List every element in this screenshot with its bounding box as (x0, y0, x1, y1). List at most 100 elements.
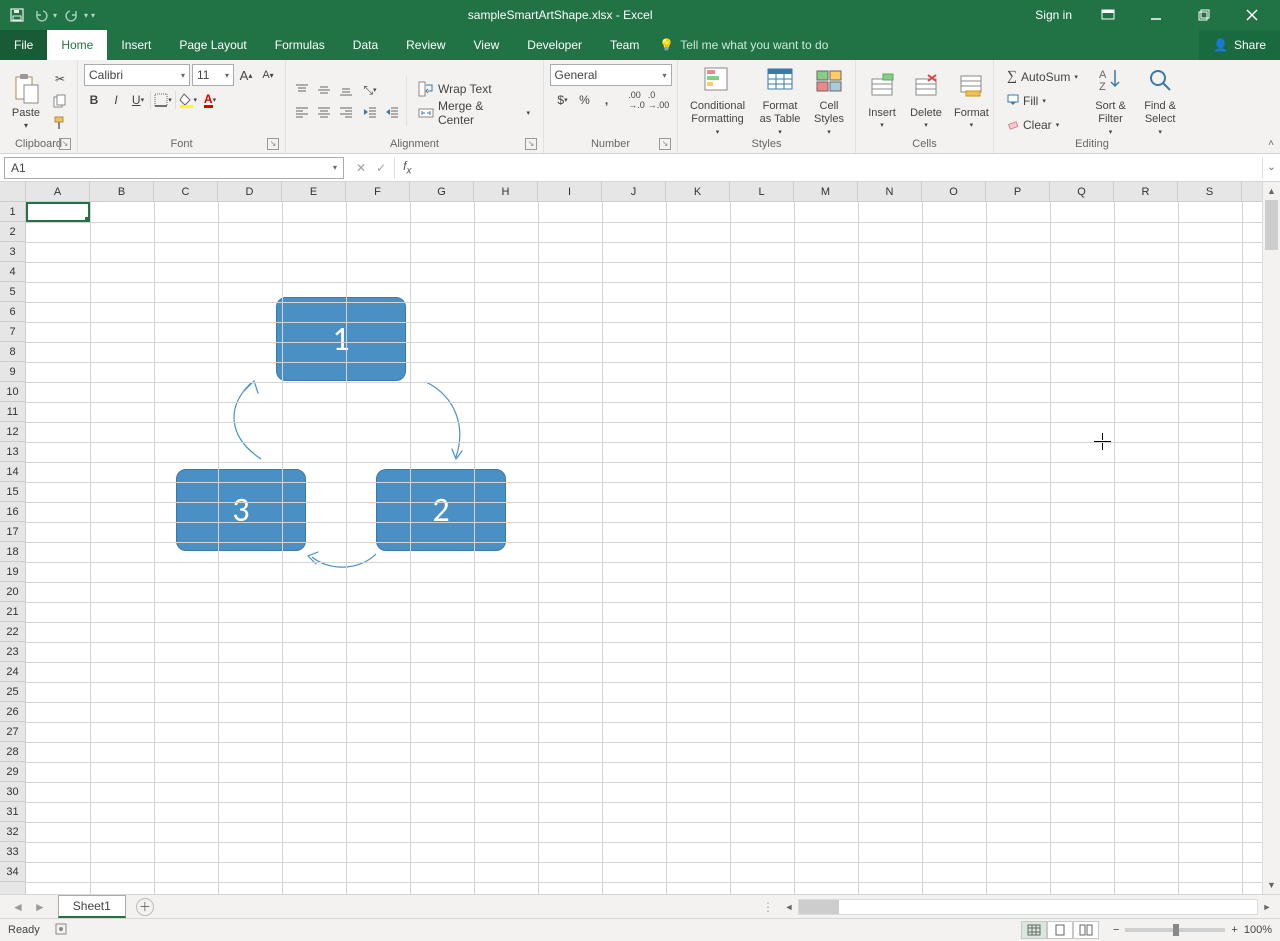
row-header[interactable]: 7 (0, 322, 25, 342)
sheet-tab-1[interactable]: Sheet1 (58, 895, 126, 918)
active-cell[interactable] (26, 202, 90, 222)
signin-link[interactable]: Sign in (1025, 8, 1082, 22)
increase-font-icon[interactable]: A▴ (236, 65, 256, 85)
orientation-icon[interactable]: ⤡▾ (360, 80, 380, 100)
column-header[interactable]: H (474, 182, 538, 201)
font-color-button[interactable]: A▾ (200, 90, 220, 110)
tab-page-layout[interactable]: Page Layout (165, 30, 260, 60)
column-header[interactable]: E (282, 182, 346, 201)
tab-view[interactable]: View (460, 30, 514, 60)
hscroll-left-icon[interactable]: ◄ (780, 902, 798, 912)
accounting-format-icon[interactable]: $▾ (553, 90, 573, 110)
row-header[interactable]: 30 (0, 782, 25, 802)
row-header[interactable]: 19 (0, 562, 25, 582)
scroll-up-icon[interactable]: ▲ (1263, 182, 1280, 200)
row-header[interactable]: 11 (0, 402, 25, 422)
formula-input[interactable] (419, 157, 1262, 179)
column-header[interactable]: O (922, 182, 986, 201)
cell-styles-button[interactable]: Cell Styles▾ (809, 64, 849, 138)
view-normal-icon[interactable] (1021, 921, 1047, 939)
save-icon[interactable] (8, 6, 26, 24)
fx-icon[interactable]: fx (395, 159, 419, 176)
row-header[interactable]: 12 (0, 422, 25, 442)
borders-button[interactable]: ▾ (153, 90, 173, 110)
row-header[interactable]: 5 (0, 282, 25, 302)
font-name-combo[interactable]: Calibri▾ (84, 64, 190, 86)
tab-team[interactable]: Team (596, 30, 653, 60)
row-header[interactable]: 31 (0, 802, 25, 822)
decrease-decimal-icon[interactable]: .0→.00 (649, 90, 669, 110)
macro-record-icon[interactable] (54, 922, 68, 939)
share-button[interactable]: 👤Share (1199, 30, 1280, 60)
row-header[interactable]: 26 (0, 702, 25, 722)
row-header[interactable]: 10 (0, 382, 25, 402)
wrap-text-button[interactable]: Wrap Text (411, 78, 537, 100)
alignment-dialog-icon[interactable]: ↘ (525, 138, 537, 150)
row-header[interactable]: 32 (0, 822, 25, 842)
autosum-button[interactable]: ∑AutoSum▾ (1000, 66, 1085, 88)
row-header[interactable]: 3 (0, 242, 25, 262)
horizontal-scrollbar[interactable] (798, 899, 1258, 915)
row-header[interactable]: 22 (0, 622, 25, 642)
name-box[interactable]: A1▾ (4, 157, 344, 179)
new-sheet-button[interactable]: ＋ (136, 898, 154, 916)
delete-cells-button[interactable]: Delete▾ (906, 71, 946, 131)
zoom-in-button[interactable]: + (1231, 924, 1237, 936)
format-painter-button[interactable] (50, 113, 70, 133)
clear-button[interactable]: Clear▾ (1000, 114, 1085, 136)
column-header[interactable]: N (858, 182, 922, 201)
column-header[interactable]: J (602, 182, 666, 201)
row-header[interactable]: 27 (0, 722, 25, 742)
column-header[interactable]: R (1114, 182, 1178, 201)
row-header[interactable]: 34 (0, 862, 25, 882)
font-size-combo[interactable]: 11▾ (192, 64, 234, 86)
column-header[interactable]: F (346, 182, 410, 201)
row-header[interactable]: 9 (0, 362, 25, 382)
enter-formula-icon[interactable]: ✓ (376, 161, 386, 175)
smartart-node-1[interactable]: 1 (276, 297, 406, 381)
zoom-out-button[interactable]: − (1113, 924, 1119, 936)
tab-review[interactable]: Review (392, 30, 459, 60)
row-header[interactable]: 33 (0, 842, 25, 862)
align-middle-icon[interactable] (314, 80, 334, 100)
row-header[interactable]: 20 (0, 582, 25, 602)
row-header[interactable]: 18 (0, 542, 25, 562)
zoom-level[interactable]: 100% (1244, 924, 1272, 936)
row-header[interactable]: 17 (0, 522, 25, 542)
row-header[interactable]: 4 (0, 262, 25, 282)
row-header[interactable]: 6 (0, 302, 25, 322)
paste-button[interactable]: Paste▾ (6, 71, 46, 132)
column-header[interactable]: D (218, 182, 282, 201)
vertical-scrollbar[interactable]: ▲ ▼ (1262, 182, 1280, 894)
format-as-table-button[interactable]: Format as Table▾ (755, 64, 805, 138)
zoom-slider[interactable] (1125, 928, 1225, 932)
column-header[interactable]: I (538, 182, 602, 201)
qat-customize-icon[interactable]: ▾ (91, 11, 95, 20)
horizontal-scroll-thumb[interactable] (799, 900, 839, 914)
undo-icon[interactable] (32, 6, 50, 24)
comma-format-icon[interactable]: , (597, 90, 617, 110)
row-header[interactable]: 13 (0, 442, 25, 462)
close-button[interactable] (1230, 0, 1274, 30)
column-header[interactable]: S (1178, 182, 1242, 201)
cancel-formula-icon[interactable]: ✕ (356, 161, 366, 175)
row-header[interactable]: 29 (0, 762, 25, 782)
column-header[interactable]: G (410, 182, 474, 201)
column-header[interactable]: M (794, 182, 858, 201)
view-page-layout-icon[interactable] (1047, 921, 1073, 939)
ribbon-display-icon[interactable] (1086, 0, 1130, 30)
tab-insert[interactable]: Insert (107, 30, 165, 60)
increase-decimal-icon[interactable]: .00→.0 (627, 90, 647, 110)
fill-button[interactable]: Fill▾ (1000, 90, 1085, 112)
select-all-corner[interactable] (0, 182, 26, 202)
increase-indent-icon[interactable] (382, 102, 402, 122)
find-select-button[interactable]: Find & Select▾ (1136, 64, 1184, 138)
column-header[interactable]: B (90, 182, 154, 201)
row-header[interactable]: 24 (0, 662, 25, 682)
column-header[interactable]: Q (1050, 182, 1114, 201)
column-header[interactable]: P (986, 182, 1050, 201)
tab-formulas[interactable]: Formulas (261, 30, 339, 60)
italic-button[interactable]: I (106, 90, 126, 110)
fill-color-button[interactable]: ▾ (178, 90, 198, 110)
sheet-nav-first-icon[interactable]: ◄ (12, 900, 24, 914)
